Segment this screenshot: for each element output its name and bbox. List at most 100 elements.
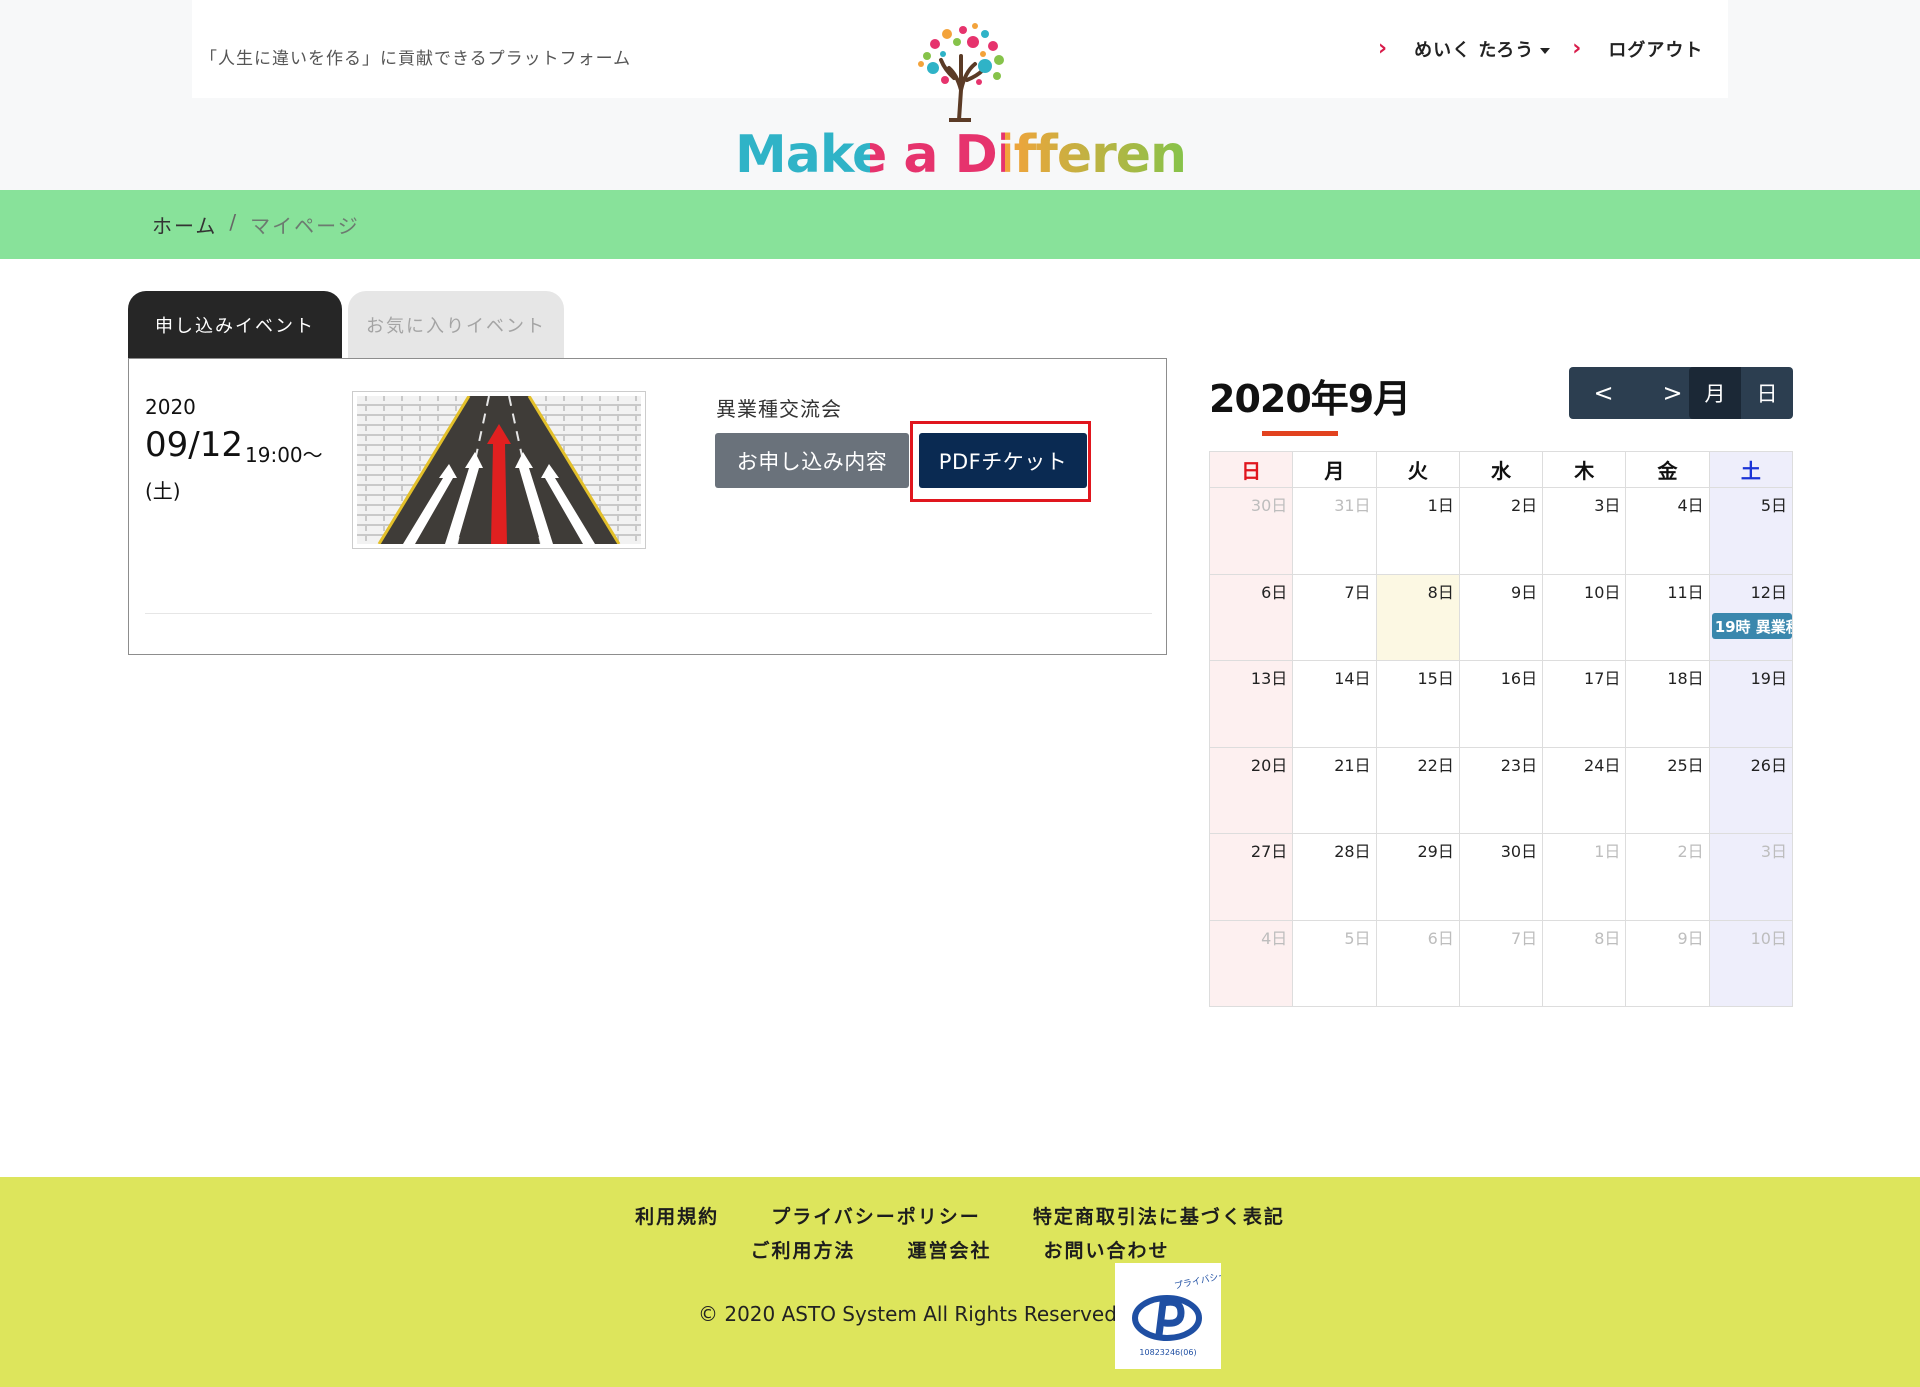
event-name: 異業種交流会 <box>716 397 842 421</box>
calendar-day[interactable]: 1日 <box>1375 487 1460 575</box>
calendar-day[interactable]: 17日 <box>1542 660 1627 748</box>
calendar-day[interactable]: 26日 <box>1708 746 1794 834</box>
calendar-day-number: 12日 <box>1750 582 1787 602</box>
calendar-nav: < > <box>1569 367 1707 419</box>
calendar-day-today[interactable]: 8日 <box>1375 573 1460 661</box>
calendar-day[interactable]: 5日 <box>1292 919 1377 1007</box>
calendar-day-with-event[interactable]: 12日 19時 異業種交流会 <box>1708 573 1794 661</box>
footer-terms-link[interactable]: 利用規約 <box>635 1202 719 1229</box>
site-tagline: 「人生に違いを作る」に貢献できるプラットフォーム <box>200 49 632 69</box>
footer-usage-link[interactable]: ご利用方法 <box>750 1236 855 1263</box>
event-time: 19:00〜 <box>245 443 323 467</box>
month-view-button[interactable]: 月 <box>1689 367 1741 419</box>
event-tabs: 申し込みイベント お気に入りイベント <box>128 291 564 359</box>
day-view-button[interactable]: 日 <box>1741 367 1793 419</box>
privacy-mark-number: 10823246(06) <box>1139 1348 1196 1357</box>
calendar-day[interactable]: 10日 <box>1542 573 1627 661</box>
event-year: 2020 <box>145 395 196 419</box>
calendar-day[interactable]: 2日 <box>1458 487 1544 575</box>
calendar-day[interactable]: 25日 <box>1625 746 1710 834</box>
calendar-day[interactable]: 16日 <box>1458 660 1544 748</box>
calendar-day[interactable]: 23日 <box>1458 746 1544 834</box>
calendar-week: 13日 14日 15日 16日 17日 18日 19日 <box>1208 660 1794 748</box>
prev-month-button[interactable]: < <box>1569 367 1638 419</box>
calendar-day[interactable]: 6日 <box>1208 573 1294 661</box>
calendar-day[interactable]: 10日 <box>1708 919 1794 1007</box>
tree-logo-icon <box>918 23 1004 122</box>
chevron-right-icon: › <box>1378 36 1389 61</box>
calendar-day[interactable]: 24日 <box>1542 746 1627 834</box>
footer-company-link[interactable]: 運営会社 <box>907 1236 991 1263</box>
calendar-day[interactable]: 20日 <box>1208 746 1294 834</box>
calendar-week: 20日 21日 22日 23日 24日 25日 26日 <box>1208 746 1794 834</box>
footer-contact-link[interactable]: お問い合わせ <box>1044 1236 1170 1263</box>
calendar-day[interactable]: 15日 <box>1375 660 1460 748</box>
calendar-day[interactable]: 28日 <box>1292 833 1377 921</box>
calendar-day[interactable]: 9日 <box>1458 573 1544 661</box>
logo-wordmark: Make a Difference <box>735 125 1251 185</box>
footer-privacy-link[interactable]: プライバシーポリシー <box>771 1202 981 1229</box>
calendar-day[interactable]: 31日 <box>1292 487 1377 575</box>
weekday-sat: 土 <box>1708 451 1794 488</box>
calendar-day[interactable]: 3日 <box>1708 833 1794 921</box>
calendar-week: 27日 28日 29日 30日 1日 2日 3日 <box>1208 833 1794 921</box>
weekday-sun: 日 <box>1208 451 1294 488</box>
weekday-mon: 月 <box>1292 451 1377 488</box>
calendar-day[interactable]: 21日 <box>1292 746 1377 834</box>
calendar-day[interactable]: 30日 <box>1208 487 1294 575</box>
site-footer: 利用規約 プライバシーポリシー 特定商取引法に基づく表記 ご利用方法 運営会社 … <box>0 1177 1920 1387</box>
privacy-mark-badge[interactable]: プライバシー 10823246(06) <box>1115 1263 1228 1369</box>
calendar-week: 6日 7日 8日 9日 10日 11日 12日 19時 異業種交流会 <box>1208 573 1794 661</box>
calendar-day[interactable]: 19日 <box>1708 660 1794 748</box>
user-nav: › めいく たろう › ログアウト <box>1378 36 1703 62</box>
tab-applied-events[interactable]: 申し込みイベント <box>128 291 342 359</box>
event-date: 09/12 <box>145 425 243 465</box>
breadcrumb-separator: / <box>229 210 239 234</box>
calendar-day[interactable]: 22日 <box>1375 746 1460 834</box>
calendar-day[interactable]: 6日 <box>1375 919 1460 1007</box>
event-thumbnail[interactable] <box>352 391 646 549</box>
calendar-day[interactable]: 5日 <box>1708 487 1794 575</box>
calendar-day[interactable]: 8日 <box>1542 919 1627 1007</box>
calendar-day[interactable]: 29日 <box>1375 833 1460 921</box>
event-list-panel: 2020 09/12 19:00〜 (土) 異業種交流会 お申し込み内容 PDF… <box>128 358 1167 655</box>
privacy-mark-text: プライバシー <box>1173 1270 1221 1292</box>
application-details-button[interactable]: お申し込み内容 <box>715 433 909 488</box>
calendar-day[interactable]: 4日 <box>1625 487 1710 575</box>
pdf-ticket-button[interactable]: PDFチケット <box>919 433 1087 488</box>
tab-favorite-events[interactable]: お気に入りイベント <box>348 291 564 359</box>
calendar-day[interactable]: 13日 <box>1208 660 1294 748</box>
event-divider <box>145 613 1152 614</box>
site-logo[interactable]: Make a Difference <box>735 20 1251 185</box>
event-weekday: (土) <box>145 479 181 503</box>
breadcrumb-home-link[interactable]: ホーム <box>152 210 217 239</box>
calendar-day[interactable]: 2日 <box>1625 833 1710 921</box>
calendar-weekday-header: 日 月 火 水 木 金 土 <box>1208 451 1794 488</box>
calendar-day[interactable]: 30日 <box>1458 833 1544 921</box>
road-arrows-image <box>357 395 641 545</box>
calendar-day[interactable]: 9日 <box>1625 919 1710 1007</box>
weekday-tue: 火 <box>1375 451 1460 488</box>
caret-down-icon <box>1540 48 1551 54</box>
user-name: めいく たろう <box>1414 40 1535 61</box>
footer-commerce-law-link[interactable]: 特定商取引法に基づく表記 <box>1033 1202 1285 1229</box>
calendar-day[interactable]: 11日 <box>1625 573 1710 661</box>
calendar-day[interactable]: 27日 <box>1208 833 1294 921</box>
breadcrumb: ホーム / マイページ <box>152 210 360 239</box>
breadcrumb-band: ホーム / マイページ <box>0 190 1920 259</box>
calendar-grid: 日 月 火 水 木 金 土 30日 31日 1日 2日 3日 4日 5日 6日 … <box>1208 451 1794 1007</box>
calendar-week: 4日 5日 6日 7日 8日 9日 10日 <box>1208 919 1794 1007</box>
calendar-day[interactable]: 4日 <box>1208 919 1294 1007</box>
calendar-day[interactable]: 14日 <box>1292 660 1377 748</box>
calendar-title: 2020年9月 <box>1209 377 1411 421</box>
logout-link[interactable]: ログアウト <box>1608 36 1703 62</box>
calendar-day[interactable]: 7日 <box>1292 573 1377 661</box>
user-menu-toggle[interactable]: めいく たろう <box>1414 36 1551 62</box>
calendar-day[interactable]: 18日 <box>1625 660 1710 748</box>
calendar-day[interactable]: 1日 <box>1542 833 1627 921</box>
calendar-view-switch: 月 日 <box>1689 367 1793 419</box>
calendar-day[interactable]: 3日 <box>1542 487 1627 575</box>
calendar-event-chip[interactable]: 19時 異業種交流会 <box>1711 612 1792 639</box>
calendar-day[interactable]: 7日 <box>1458 919 1544 1007</box>
privacy-mark-icon: プライバシー 10823246(06) <box>1132 1270 1228 1357</box>
